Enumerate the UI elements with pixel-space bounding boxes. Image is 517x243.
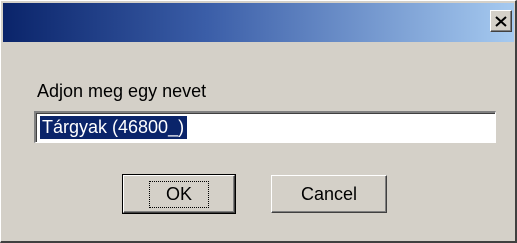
close-button[interactable] bbox=[490, 10, 512, 32]
cancel-button-label: Cancel bbox=[300, 183, 358, 204]
rename-dialog: Adjon meg egy nevet Tárgyak (46800_) OK … bbox=[0, 0, 517, 243]
ok-button-label: OK bbox=[148, 180, 210, 208]
name-input-selected-text: Tárgyak (46800_) bbox=[40, 116, 188, 139]
name-input[interactable]: Tárgyak (46800_) bbox=[34, 111, 496, 143]
cancel-button[interactable]: Cancel bbox=[271, 175, 387, 213]
prompt-label: Adjon meg egy nevet bbox=[37, 81, 207, 101]
ok-button[interactable]: OK bbox=[122, 174, 236, 214]
close-icon bbox=[495, 15, 507, 27]
title-bar[interactable] bbox=[3, 3, 514, 42]
